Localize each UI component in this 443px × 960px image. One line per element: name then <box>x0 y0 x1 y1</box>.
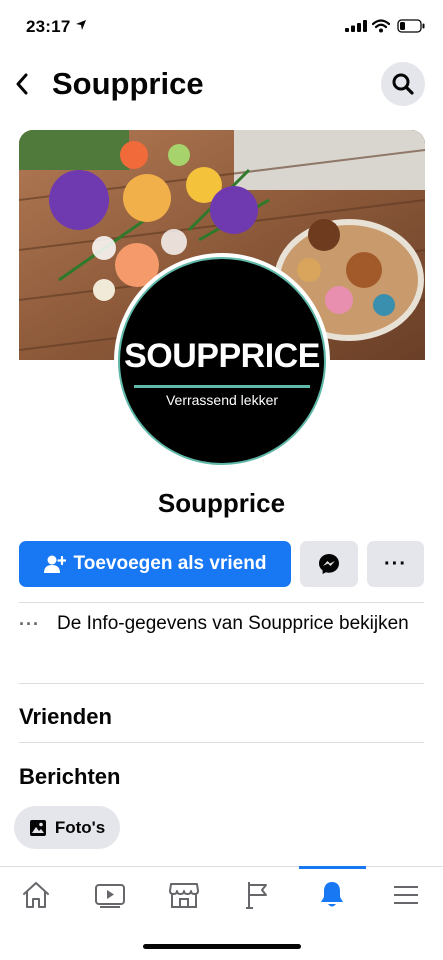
location-arrow-icon <box>76 20 86 30</box>
marketplace-icon <box>169 883 199 908</box>
profile-picture[interactable]: SOUPPRICE Verrassend lekker <box>114 253 330 469</box>
wifi-icon <box>372 19 390 33</box>
messenger-button[interactable] <box>300 541 358 587</box>
divider <box>19 602 424 603</box>
notifications-bell-icon <box>321 882 343 907</box>
tab-video[interactable] <box>78 867 142 923</box>
divider <box>19 742 424 743</box>
about-info-text: De Info-gegevens van Soupprice bekijken <box>57 613 409 634</box>
bottom-tab-bar <box>0 866 443 924</box>
section-posts: Berichten <box>19 764 121 789</box>
home-indicator[interactable] <box>143 944 301 949</box>
add-friend-button[interactable]: Toevoegen als vriend <box>19 541 291 587</box>
more-dots-icon: ··· <box>19 614 40 634</box>
add-friend-icon <box>43 555 66 573</box>
divider <box>19 683 424 684</box>
section-friends[interactable]: Vrienden <box>19 704 112 730</box>
home-icon <box>23 882 49 908</box>
profile-name: Soupprice <box>157 488 286 518</box>
cellular-signal-icon <box>345 20 367 32</box>
pages-flag-icon <box>246 882 267 909</box>
status-time: 23:17 <box>26 17 71 36</box>
status-bar: 23:17 <box>0 0 443 52</box>
logo-tagline: Verrassend lekker <box>165 392 279 408</box>
page-header: Soupprice <box>0 56 443 112</box>
photos-button[interactable]: Foto's <box>14 806 120 849</box>
messenger-icon <box>319 554 339 574</box>
search-icon <box>392 73 414 95</box>
menu-icon <box>394 886 418 904</box>
search-button[interactable] <box>381 62 425 106</box>
photos-label: Foto's <box>54 817 106 837</box>
add-friend-label: Toevoegen als vriend <box>73 553 267 574</box>
more-options-button[interactable]: ··· <box>367 541 424 587</box>
photos-icon <box>29 819 46 836</box>
tab-marketplace[interactable] <box>152 867 216 923</box>
back-button[interactable] <box>6 62 38 106</box>
video-icon <box>95 884 125 908</box>
chevron-left-icon <box>16 73 28 95</box>
logo-wordmark: SOUPPRICE <box>124 337 320 375</box>
page-title: Soupprice <box>52 66 204 101</box>
battery-icon <box>397 19 425 33</box>
tab-menu[interactable] <box>374 867 438 923</box>
tab-home[interactable] <box>4 867 68 923</box>
tab-notifications[interactable] <box>300 867 364 923</box>
logo-underline <box>134 385 310 388</box>
brand-logo: SOUPPRICE Verrassend lekker <box>118 257 326 465</box>
tab-pages[interactable] <box>226 867 290 923</box>
